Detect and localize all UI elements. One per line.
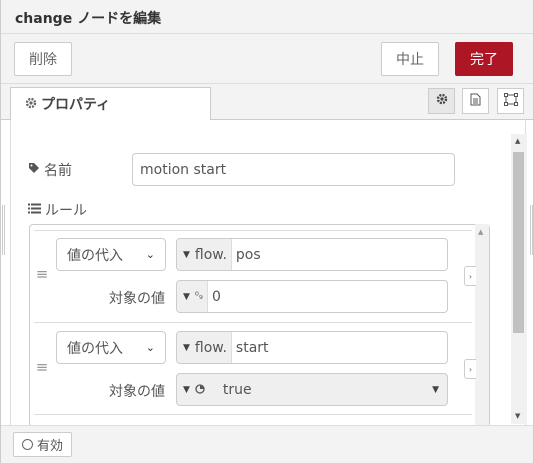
rule-divider bbox=[34, 230, 472, 231]
right-resize-grip[interactable] bbox=[530, 205, 533, 255]
rule-divider bbox=[34, 322, 472, 323]
description-icon bbox=[470, 93, 481, 110]
content-scrollbar[interactable]: ▲ ▼ bbox=[511, 134, 527, 424]
target-type-button[interactable]: ▼ flow. bbox=[177, 239, 232, 270]
value-type-button[interactable]: ▼ ⁰₉ bbox=[177, 281, 208, 312]
boolean-icon bbox=[195, 382, 205, 398]
value-type-button[interactable]: ▼ bbox=[177, 381, 209, 398]
rule-action-value: 値の代入 bbox=[67, 340, 123, 357]
target-type-button[interactable]: ▼ flow. bbox=[177, 332, 232, 363]
chevron-down-icon: ⌄ bbox=[145, 341, 155, 354]
scrollbar-thumb[interactable] bbox=[513, 152, 524, 333]
chevron-down-icon: ⌄ bbox=[145, 248, 155, 261]
description-tab-button[interactable] bbox=[462, 88, 489, 114]
tabs-bar: プロパティ bbox=[1, 84, 533, 121]
rules-scrollbar[interactable]: ▲ bbox=[475, 224, 489, 427]
tray-toolbar: 削除 中止 完了 bbox=[1, 34, 533, 84]
tag-icon bbox=[28, 162, 40, 178]
left-resize-grip[interactable] bbox=[2, 205, 5, 255]
rules-label-text: ルール bbox=[45, 203, 87, 219]
drag-handle-icon[interactable]: ≡ bbox=[35, 265, 49, 283]
name-input[interactable]: motion start bbox=[132, 153, 455, 186]
rule-expand-tab[interactable]: › bbox=[464, 359, 476, 379]
settings-tab-button[interactable] bbox=[428, 88, 455, 114]
tray-title: change ノードを編集 bbox=[15, 11, 162, 27]
name-label: 名前 bbox=[28, 160, 72, 180]
target-type-label: flow. bbox=[194, 246, 227, 263]
drag-handle-icon[interactable]: ≡ bbox=[35, 358, 49, 376]
rule-value-input[interactable]: ▼ ⁰₉ 0 bbox=[176, 280, 448, 313]
tray-footer: 有効 bbox=[1, 425, 533, 463]
tray-header: change ノードを編集 bbox=[1, 0, 533, 34]
gear-icon bbox=[25, 97, 37, 113]
caret-down-icon: ▼ bbox=[183, 291, 190, 302]
caret-down-icon: ▼ bbox=[183, 249, 190, 260]
circle-icon bbox=[22, 439, 33, 450]
enabled-toggle[interactable]: 有効 bbox=[13, 432, 73, 457]
target-type-label: flow. bbox=[194, 339, 227, 356]
delete-button[interactable]: 削除 bbox=[14, 42, 72, 76]
done-button[interactable]: 完了 bbox=[455, 42, 513, 76]
rule-divider bbox=[34, 414, 472, 415]
rule-target-input[interactable]: ▼ flow. pos bbox=[176, 238, 448, 271]
rules-label: ルール bbox=[28, 200, 87, 220]
settings-icon bbox=[436, 93, 448, 109]
rule-action-value: 値の代入 bbox=[67, 247, 123, 264]
target-value: start bbox=[235, 339, 269, 356]
tab-properties[interactable]: プロパティ bbox=[10, 87, 211, 121]
value-label: 対象の値 bbox=[109, 384, 165, 400]
scroll-down-icon[interactable]: ▼ bbox=[515, 412, 520, 420]
cancel-button[interactable]: 中止 bbox=[381, 42, 439, 76]
list-icon bbox=[28, 202, 41, 218]
rule-expand-tab[interactable]: › bbox=[464, 266, 476, 286]
rule-value: 0 bbox=[211, 288, 221, 305]
caret-down-icon: ▼ bbox=[432, 384, 439, 395]
name-label-text: 名前 bbox=[44, 163, 72, 179]
rule-target-input[interactable]: ▼ flow. start bbox=[176, 331, 448, 364]
caret-down-icon: ▼ bbox=[183, 384, 190, 395]
appearance-icon bbox=[503, 92, 518, 110]
number-icon: ⁰₉ bbox=[194, 291, 203, 302]
enabled-label: 有効 bbox=[37, 439, 64, 454]
appearance-tab-button[interactable] bbox=[497, 88, 524, 114]
rule-value-select[interactable]: ▼ true ▼ bbox=[176, 373, 448, 406]
edit-tray: change ノードを編集 削除 中止 完了 プロパティ ▲ ▼ 名前 moti… bbox=[0, 0, 534, 463]
value-label: 対象の値 bbox=[109, 291, 165, 307]
rule-action-select[interactable]: 値の代入 ⌄ bbox=[56, 331, 166, 364]
rule-value: true bbox=[222, 381, 252, 398]
scroll-up-icon[interactable]: ▲ bbox=[515, 137, 520, 145]
rule-action-select[interactable]: 値の代入 ⌄ bbox=[56, 238, 166, 271]
caret-down-icon: ▼ bbox=[183, 342, 190, 353]
tab-properties-label: プロパティ bbox=[41, 97, 111, 113]
target-value: pos bbox=[235, 246, 261, 263]
rules-scroll-up-icon[interactable]: ▲ bbox=[478, 228, 483, 236]
